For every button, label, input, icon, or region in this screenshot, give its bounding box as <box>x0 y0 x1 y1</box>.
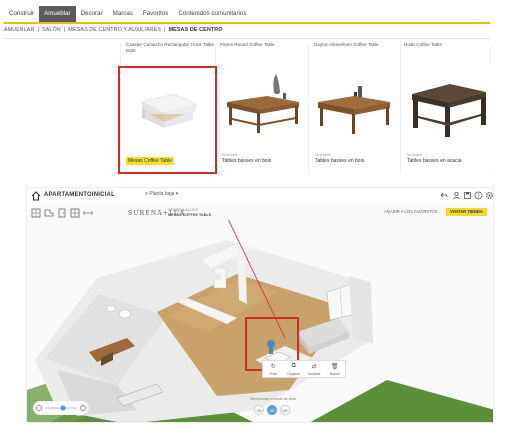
save-icon[interactable] <box>463 191 472 200</box>
product-name[interactable]: Tables basses en bois <box>222 158 271 164</box>
tab-construir[interactable]: Construir <box>4 6 39 22</box>
planner-top-bar: APARTAMENTOINICIAL ≡ Planta baja ▾ ? <box>27 188 493 204</box>
catalog-panel: Construir Amueblar Decorar Marcas Favori… <box>0 0 496 184</box>
rotate-label: Girar <box>269 372 278 376</box>
user-icon[interactable] <box>452 191 461 200</box>
replace-icon: ⇄ <box>311 364 317 370</box>
product-name[interactable]: Tables basses en bois <box>315 158 364 164</box>
breadcrumb-separator: | <box>37 27 39 33</box>
previous-product-name[interactable]: Coaster Camacho Rectangular Trunk Table … <box>126 42 214 62</box>
undo-icon[interactable] <box>439 191 448 200</box>
previous-product-name[interactable]: Noah Coffee Table <box>404 42 492 62</box>
tab-decorar[interactable]: Decorar <box>76 6 108 22</box>
measure-tool-icon[interactable] <box>83 208 93 218</box>
planner-3d-view: APARTAMENTOINICIAL ≡ Planta baja ▾ ? SUR… <box>26 187 494 423</box>
product-brand: Sinbrand <box>407 153 423 157</box>
divider <box>4 38 490 39</box>
product-card-tables-basses-bois[interactable]: Sinbrand Tables basses en bois <box>217 64 307 172</box>
duplicate-label: Duplicar <box>287 372 301 376</box>
tab-amueblar[interactable]: Amueblar <box>39 6 76 22</box>
selected-item-name: MESAS COFFEE TABLE <box>168 212 212 217</box>
product-name[interactable]: Tables basses en acacia <box>407 158 461 164</box>
home-icon[interactable] <box>31 191 41 201</box>
view-mode-label: Seleccionar el modo de vista <box>250 397 296 401</box>
divider <box>308 44 309 174</box>
planner-toolbar: SURENA+LUX SPORTIA ALLICE MESAS COFFEE T… <box>27 206 493 220</box>
view-2d-button[interactable]: 2D <box>254 405 264 415</box>
product-card-tables-basses-acacia[interactable]: Sinbrand Tables basses en acacia <box>402 64 492 172</box>
top-navigation: Construir Amueblar Decorar Marcas Favori… <box>4 6 251 22</box>
tab-contenidos-comunitarios[interactable]: Contenidos comunitarios <box>173 6 251 22</box>
rooms-tool-icon[interactable] <box>44 208 54 218</box>
rotate-icon: ↻ <box>270 364 276 370</box>
view-vr-button[interactable]: VR <box>280 405 290 415</box>
divider <box>400 44 401 174</box>
wooden-coffee-table-image <box>318 86 390 134</box>
duplicate-button[interactable]: ⧉ Duplicar <box>284 361 305 377</box>
view-3d-button[interactable]: 3D <box>267 405 277 415</box>
selected-item-info: SPORTIA ALLICE MESAS COFFEE TABLE <box>168 208 211 217</box>
breadcrumb-item-amueblar[interactable]: AMUEBLAR <box>4 27 34 33</box>
trash-icon: 🗑 <box>330 364 339 370</box>
previous-product-name[interactable]: Dayton Sheesham Coffee Table <box>314 42 402 62</box>
duplicate-icon: ⧉ <box>291 363 296 369</box>
tab-favoritos[interactable]: Favoritos <box>138 6 173 22</box>
tab-marcas[interactable]: Marcas <box>108 6 138 22</box>
delete-label: Borrar <box>329 372 340 376</box>
floor-select[interactable]: ≡ Planta baja ▾ <box>115 191 178 197</box>
replace-button[interactable]: ⇄ Sustituir <box>304 361 325 377</box>
chevron-down-icon: ▾ <box>175 191 179 197</box>
view-mode-toggle: Seleccionar el modo de vista 2D 3D VR <box>243 397 303 417</box>
delete-button[interactable]: 🗑 Borrar <box>325 361 346 377</box>
floor-select-value: Planta baja <box>149 191 175 197</box>
highlight-box <box>118 66 217 174</box>
settings-icon[interactable] <box>485 191 494 200</box>
previous-product-name[interactable]: Pierce Round Coffee Table <box>220 42 308 62</box>
breadcrumb-item-salon[interactable]: SALÓN <box>42 27 61 33</box>
wooden-coffee-table-image <box>227 74 299 133</box>
help-icon[interactable]: ? <box>474 191 483 200</box>
visit-store-button[interactable]: VISITAR TIENDA <box>446 208 487 216</box>
product-brand: Sinbrand <box>315 153 331 157</box>
rotate-button[interactable]: ↻ Girar <box>263 361 284 377</box>
acacia-coffee-table-image <box>412 84 486 137</box>
window-tool-icon[interactable] <box>70 208 80 218</box>
svg-text:?: ? <box>477 193 480 199</box>
project-title[interactable]: APARTAMENTOINICIAL <box>44 192 115 198</box>
nav-accent-line <box>4 22 490 24</box>
breadcrumb-item-current: MESAS DE CENTRO <box>168 27 223 33</box>
product-brand: Sinbrand <box>222 153 238 157</box>
item-context-menu: ↻ Girar ⧉ Duplicar ⇄ Sustituir 🗑 Borrar <box>262 360 346 378</box>
build-tool-icon[interactable] <box>31 208 41 218</box>
breadcrumb-separator: | <box>164 27 166 33</box>
add-to-favorites-button[interactable]: AÑADIR A LOS FAVORITOS <box>384 209 438 214</box>
breadcrumb: AMUEBLAR | SALÓN | MESAS DE CENTRO Y AUX… <box>4 27 223 33</box>
product-card-tables-basses-bois-2[interactable]: Sinbrand Tables basses en bois <box>310 64 400 172</box>
breadcrumb-item-mesas-centro-auxiliares[interactable]: MESAS DE CENTRO Y AUXILIARES <box>68 27 161 33</box>
replace-label: Sustituir <box>307 372 321 376</box>
door-tool-icon[interactable] <box>57 208 67 218</box>
zoom-slider[interactable] <box>33 401 89 415</box>
breadcrumb-separator: | <box>63 27 66 33</box>
